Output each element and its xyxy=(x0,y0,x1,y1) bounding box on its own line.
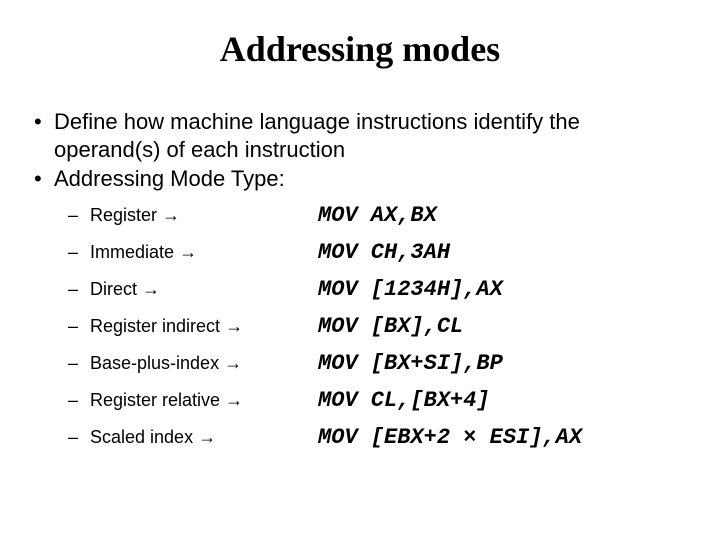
mode-code: MOV AX,BX xyxy=(318,203,437,228)
addressing-mode-list: Register → MOV AX,BX Immediate → MOV CH,… xyxy=(28,203,692,450)
arrow-right-icon: → xyxy=(179,242,197,262)
mode-code: MOV [BX],CL xyxy=(318,314,463,339)
mode-name: Direct xyxy=(90,279,137,299)
mode-code: MOV CL,[BX+4] xyxy=(318,388,490,413)
page-title: Addressing modes xyxy=(28,28,692,70)
mode-name: Immediate xyxy=(90,242,174,262)
list-item: Direct → MOV [1234H],AX xyxy=(68,277,692,302)
mode-name: Scaled index xyxy=(90,427,193,447)
arrow-right-icon: → xyxy=(198,427,216,447)
mode-code: MOV [EBX+2 × ESI],AX xyxy=(318,425,582,450)
list-item: Register relative → MOV CL,[BX+4] xyxy=(68,388,692,413)
mode-name: Register relative xyxy=(90,390,220,410)
bullet-define: Define how machine language instructions… xyxy=(28,108,692,163)
arrow-right-icon: → xyxy=(225,316,243,336)
list-item: Register → MOV AX,BX xyxy=(68,203,692,228)
mode-code: MOV [1234H],AX xyxy=(318,277,503,302)
mode-label: Register relative → xyxy=(68,390,318,411)
bullet-types: Addressing Mode Type: xyxy=(28,165,692,193)
mode-label: Direct → xyxy=(68,279,318,300)
mode-code: MOV CH,3AH xyxy=(318,240,450,265)
slide: Addressing modes Define how machine lang… xyxy=(0,0,720,540)
arrow-right-icon: → xyxy=(162,205,180,225)
mode-code: MOV [BX+SI],BP xyxy=(318,351,503,376)
arrow-right-icon: → xyxy=(225,390,243,410)
list-item: Scaled index → MOV [EBX+2 × ESI],AX xyxy=(68,425,692,450)
mode-name: Base-plus-index xyxy=(90,353,219,373)
mode-name: Register indirect xyxy=(90,316,220,336)
list-item: Base-plus-index → MOV [BX+SI],BP xyxy=(68,351,692,376)
main-bullet-list: Define how machine language instructions… xyxy=(28,108,692,193)
list-item: Immediate → MOV CH,3AH xyxy=(68,240,692,265)
arrow-right-icon: → xyxy=(142,279,160,299)
mode-label: Scaled index → xyxy=(68,427,318,448)
list-item: Register indirect → MOV [BX],CL xyxy=(68,314,692,339)
mode-label: Register → xyxy=(68,205,318,226)
mode-label: Base-plus-index → xyxy=(68,353,318,374)
mode-label: Immediate → xyxy=(68,242,318,263)
mode-label: Register indirect → xyxy=(68,316,318,337)
arrow-right-icon: → xyxy=(224,353,242,373)
mode-name: Register xyxy=(90,205,157,225)
